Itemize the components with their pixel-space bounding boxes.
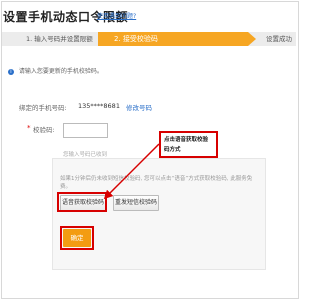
verification-code-input[interactable] [63, 123, 108, 138]
voice-button-highlight [57, 192, 107, 212]
info-icon: i [8, 68, 14, 75]
step-2-active: 2. 接受校验码 [98, 32, 248, 46]
help-link[interactable]: 使用遇到问题? [97, 11, 136, 20]
confirm-button-highlight [60, 226, 94, 250]
step-1-label: 1. 输入号码并设置限额 [26, 35, 93, 43]
required-mark: * [27, 124, 31, 132]
step-arrow-icon [248, 32, 256, 46]
step-3-label: 设置成功 [266, 35, 292, 43]
phone-label: 绑定的手机号码: [19, 104, 67, 112]
code-label: 校验码: [33, 126, 55, 134]
info-box-text: 如果1分钟后仍未收到短信校验码, 您可以点击“语音”方式获取校验码, 此服务免费… [60, 176, 253, 190]
phone-number: 135****8681 [78, 102, 120, 110]
code-input-hint: 您输入号码已收到 [63, 152, 108, 158]
notice-text: 请输入您要更新的手机校验码。 [18, 68, 103, 75]
notice-message: i 请输入您要更新的手机校验码。 [8, 66, 103, 75]
step-progress-bar: 1. 输入号码并设置限额 2. 接受校验码 设置成功 [2, 32, 296, 46]
resend-sms-button[interactable]: 重发短信校验码 [113, 195, 159, 211]
step-2-label: 2. 接受校验码 [114, 35, 158, 43]
annotation-callout: 点击语音获取校验码方式 [159, 131, 218, 158]
modify-phone-link[interactable]: 修改号码 [126, 102, 152, 112]
